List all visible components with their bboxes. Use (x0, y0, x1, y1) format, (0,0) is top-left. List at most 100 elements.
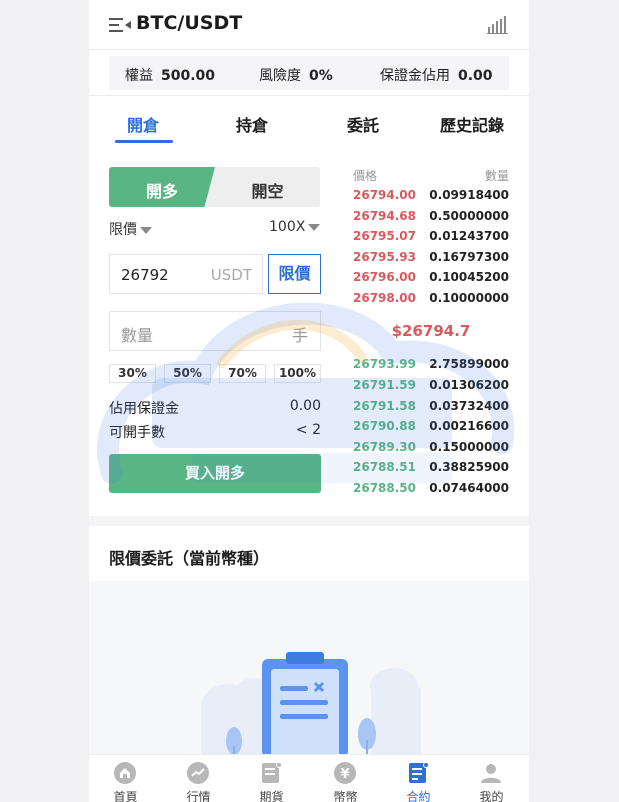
tab-history[interactable]: 歷史記錄 (440, 112, 504, 136)
price-unit: USDT (210, 266, 252, 284)
ask-price: 26794.00 (353, 188, 417, 202)
bid-row[interactable]: 26793.99 2.75899000 (353, 357, 509, 377)
market-icon (187, 762, 209, 784)
equity-value: 500.00 (161, 68, 216, 84)
nav-market[interactable]: 行情 (162, 755, 235, 802)
caret-down-icon (140, 226, 152, 234)
home-icon (114, 762, 136, 784)
openable-value: < 2 (295, 422, 321, 438)
bid-price: 26791.58 (353, 399, 417, 413)
long-button-label[interactable]: 開多 (109, 178, 215, 202)
nav-futures-label: 期貨 (259, 790, 284, 802)
contract-icon (409, 762, 429, 783)
openable-label: 可開手數 (109, 425, 165, 441)
bid-row[interactable]: 26790.88 0.00216600 (353, 419, 509, 439)
risk-label: 風險度 (259, 68, 301, 84)
leverage-select[interactable]: 100X (269, 219, 321, 235)
ask-row[interactable]: 26798.00 0.10000000 (353, 291, 509, 311)
margin-used-label: 保證金佔用 (380, 68, 450, 84)
trading-app: BTC/USDT 權益 500.00 風險度 0% 保證金佔用 0.00 開倉 持倉 … (89, 0, 529, 802)
ask-amount: 0.09918400 (429, 188, 509, 202)
tab-positions[interactable]: 持倉 (236, 112, 268, 136)
coin-icon: ¥ (334, 762, 356, 784)
tab-orders[interactable]: 委託 (347, 112, 379, 136)
bid-price: 26793.99 (353, 357, 417, 371)
nav-profile-label: 我的 (479, 790, 504, 802)
margin-used-stat: 保證金佔用 0.00 (380, 65, 493, 85)
bid-amount: 0.01306200 (429, 378, 509, 392)
futures-icon (262, 762, 282, 783)
nav-coin[interactable]: ¥ 幣幣 (309, 755, 382, 802)
bid-row[interactable]: 26788.51 0.38825900 (353, 460, 509, 480)
ask-row[interactable]: 26794.68 0.50000000 (353, 209, 509, 229)
ask-amount: 0.01243700 (429, 229, 509, 243)
bid-row[interactable]: 26788.50 0.07464000 (353, 481, 509, 501)
empty-orders-area (89, 581, 529, 757)
nav-market-label: 行情 (186, 790, 211, 802)
bid-price: 26790.88 (353, 419, 417, 433)
nav-home[interactable]: 首頁 (89, 755, 162, 802)
bar-chart-icon[interactable] (487, 16, 509, 34)
risk-value: 0% (309, 68, 333, 84)
bid-price: 26788.51 (353, 460, 417, 474)
percent-50-button[interactable]: 50% (164, 364, 211, 383)
risk-stat: 風險度 0% (259, 65, 333, 85)
nav-contract-label: 合約 (406, 790, 431, 802)
bid-amount: 0.00216600 (429, 419, 509, 433)
ask-row[interactable]: 26794.00 0.09918400 (353, 188, 509, 208)
ask-amount: 0.50000000 (429, 209, 509, 223)
svg-text:¥: ¥ (340, 767, 349, 782)
percent-100-button[interactable]: 100% (274, 364, 321, 383)
ask-price: 26796.00 (353, 270, 417, 284)
nav-futures[interactable]: 期貨 (235, 755, 308, 802)
nav-coin-label: 幣幣 (333, 790, 358, 802)
nav-profile[interactable]: 我的 (455, 755, 528, 802)
price-header: 價格 (353, 169, 378, 183)
empty-clipboard-illustration (201, 652, 421, 757)
ask-amount: 0.16797300 (429, 250, 509, 264)
account-stats: 權益 500.00 風險度 0% 保證金佔用 0.00 (109, 56, 509, 90)
trading-pair-title[interactable]: BTC/USDT (136, 12, 242, 34)
top-bar: BTC/USDT (89, 0, 529, 50)
user-icon (481, 764, 501, 783)
caret-down-icon (308, 223, 321, 231)
bid-price: 26788.50 (353, 481, 417, 495)
margin-label: 佔用保證金 (109, 401, 179, 417)
tab-open-position[interactable]: 開倉 (127, 112, 159, 136)
percent-30-button[interactable]: 30% (109, 364, 156, 383)
ask-row[interactable]: 26796.00 0.10045200 (353, 270, 509, 290)
ask-price: 26795.93 (353, 250, 417, 264)
bid-amount: 0.07464000 (429, 481, 509, 495)
amount-header: 數量 (484, 169, 509, 183)
quantity-unit: 手 (291, 326, 308, 345)
ask-row[interactable]: 26795.93 0.16797300 (353, 250, 509, 270)
bid-row[interactable]: 26789.30 0.15000000 (353, 440, 509, 460)
bid-amount: 2.75899000 (429, 357, 509, 371)
quantity-input[interactable]: 數量 手 (109, 311, 321, 351)
price-input[interactable]: 26792 USDT (109, 254, 263, 294)
limit-price-button[interactable]: 限價 (268, 254, 321, 294)
bottom-nav: 首頁 行情 期貨 ¥ 幣幣 合約 我的 (89, 754, 529, 802)
price-value: 26792 (121, 266, 169, 284)
order-type-value: 限價 (109, 222, 137, 238)
bid-amount: 0.03732400 (429, 399, 509, 413)
bid-row[interactable]: 26791.59 0.01306200 (353, 378, 509, 398)
short-button[interactable]: 開空 (215, 178, 320, 202)
margin-used-value: 0.00 (458, 68, 493, 84)
order-type-select[interactable]: 限價 (109, 219, 152, 239)
ask-price: 26795.07 (353, 229, 417, 243)
bid-amount: 0.38825900 (429, 460, 509, 474)
bid-row[interactable]: 26791.58 0.03732400 (353, 399, 509, 419)
nav-contract[interactable]: 合約 (382, 755, 455, 802)
ask-row[interactable]: 26795.07 0.01243700 (353, 229, 509, 249)
nav-home-label: 首頁 (113, 790, 138, 802)
equity-stat: 權益 500.00 (125, 65, 215, 85)
leverage-value: 100X (269, 219, 306, 235)
ask-price: 26798.00 (353, 291, 417, 305)
menu-icon[interactable] (109, 17, 131, 33)
bid-price: 26791.59 (353, 378, 417, 392)
equity-label: 權益 (125, 68, 153, 84)
quantity-placeholder: 數量 (121, 326, 154, 345)
buy-open-long-button[interactable]: 買入開多 (109, 454, 321, 493)
percent-70-button[interactable]: 70% (219, 364, 266, 383)
